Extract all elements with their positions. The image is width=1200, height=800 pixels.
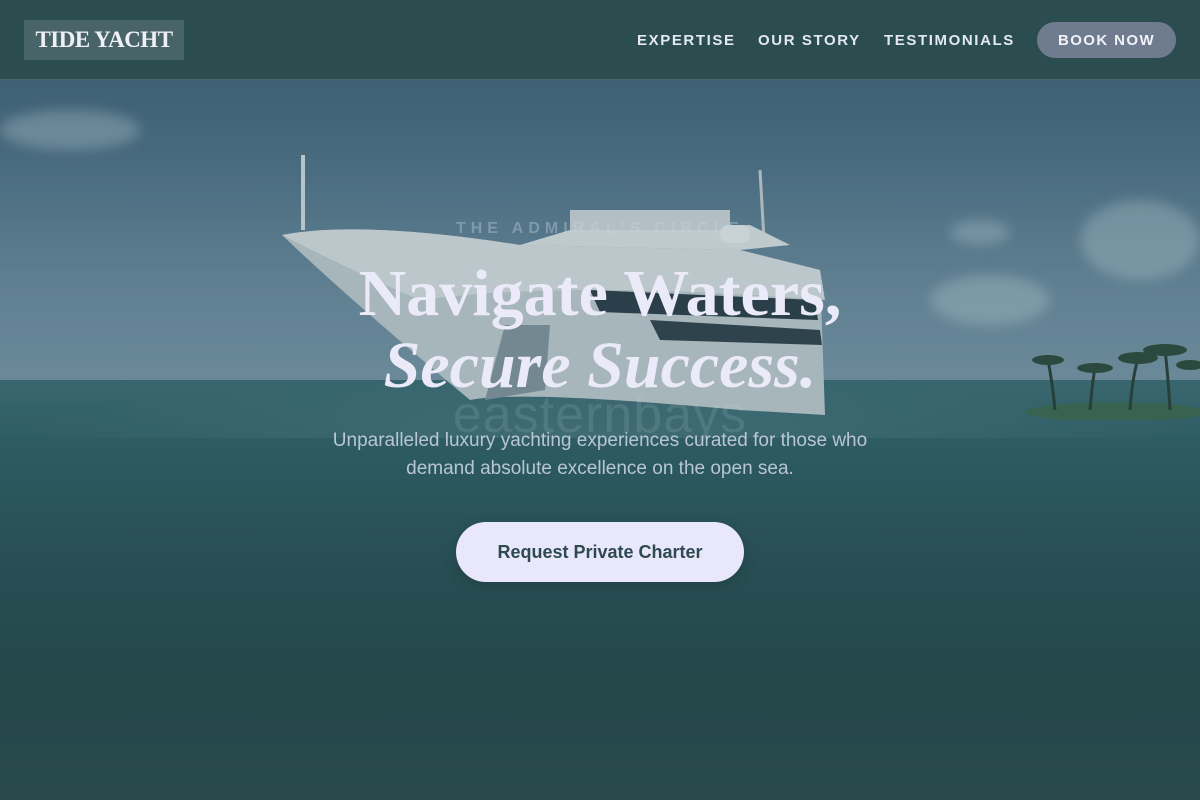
book-now-button[interactable]: BOOK NOW [1037,22,1176,58]
request-charter-button[interactable]: Request Private Charter [456,522,744,582]
site-header: TIDE YACHT EXPERTISE OUR STORY TESTIMONI… [0,0,1200,80]
hero-headline: Navigate Waters, Secure Success. [0,258,1200,402]
main-nav: TESTIMONIALS [884,0,1015,80]
nav-link-our-story[interactable]: OUR STORY [758,32,861,49]
subtitle-line-2: demand absolute excellence on the open s… [406,458,794,479]
nav-link-expertise[interactable]: EXPERTISE [637,32,736,49]
subtitle-line-1: Unparalleled luxury yachting experiences… [332,430,868,451]
hero-subtitle: Unparalleled luxury yachting experiences… [300,427,900,483]
brand-logo[interactable]: TIDE YACHT [24,20,184,60]
main-nav: EXPERTISE [637,0,736,80]
hero-eyebrow: THE ADMIRAL'S CIRCLE [455,220,745,237]
nav-link-testimonials[interactable]: TESTIMONIALS [884,32,1015,49]
headline-line-1: Navigate Waters, [358,257,842,330]
main-nav: OUR STORY [758,0,861,80]
